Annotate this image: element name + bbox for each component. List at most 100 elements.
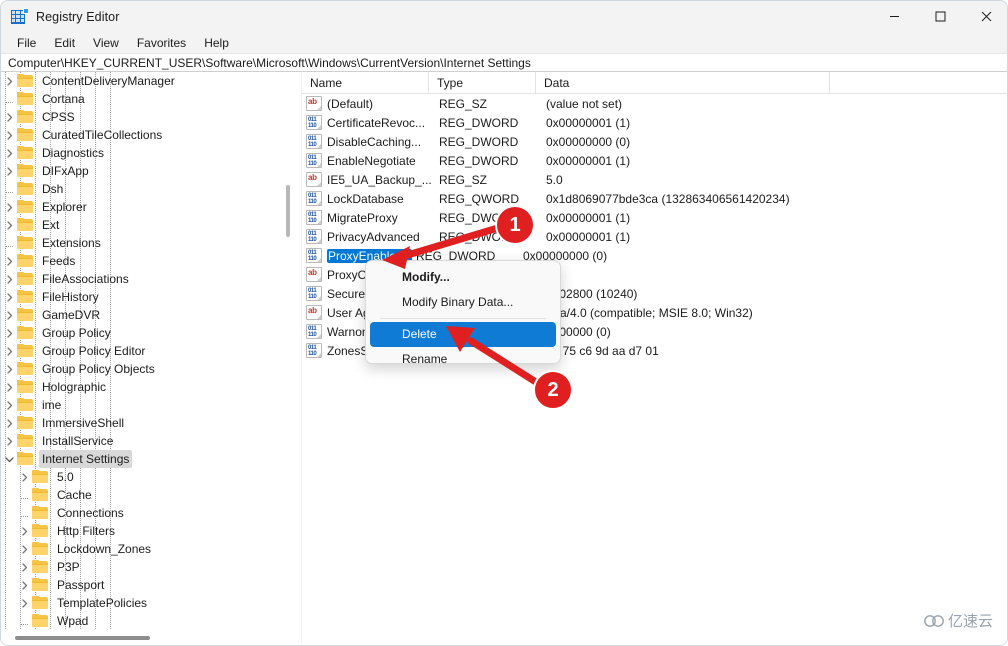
address-bar[interactable]: Computer\HKEY_CURRENT_USER\Software\Micr…	[1, 53, 1008, 72]
tree-item-difxapp[interactable]: DIFxApp	[1, 162, 293, 180]
folder-icon	[32, 470, 49, 484]
chevron-right-icon[interactable]	[1, 252, 17, 270]
close-button[interactable]	[963, 1, 1008, 32]
window-title: Registry Editor	[36, 10, 119, 24]
value-row[interactable]: 011110CertificateRevoc...REG_DWORD0x0000…	[302, 113, 1008, 132]
column-header-data[interactable]: Data	[536, 72, 830, 93]
watermark: 亿速云	[923, 610, 993, 631]
context-menu-item-delete[interactable]: Delete	[370, 322, 556, 347]
chevron-right-icon[interactable]	[1, 360, 17, 378]
value-data: zilla/4.0 (compatible; MSIE 8.0; Win32)	[542, 306, 1002, 320]
tree-item-contentdeliverymanager[interactable]: ContentDeliveryManager	[1, 72, 293, 90]
values-column-header: Name Type Data	[302, 72, 1008, 94]
registry-tree[interactable]: ContentDeliveryManagerCortanaCPSSCurated…	[1, 72, 293, 630]
tree-item-group-policy-editor[interactable]: Group Policy Editor	[1, 342, 293, 360]
chevron-right-icon[interactable]	[1, 288, 17, 306]
column-header-type[interactable]: Type	[429, 72, 536, 93]
tree-item-ext[interactable]: Ext	[1, 216, 293, 234]
chevron-right-icon[interactable]	[1, 216, 17, 234]
tree-indent	[1, 612, 16, 630]
tree-item-http-filters[interactable]: Http Filters	[1, 522, 293, 540]
value-row[interactable]: 011110LockDatabaseREG_QWORD0x1d8069077bd…	[302, 189, 1008, 208]
tree-item-fileassociations[interactable]: FileAssociations	[1, 270, 293, 288]
chevron-right-icon[interactable]	[16, 468, 32, 486]
chevron-right-icon[interactable]	[1, 162, 17, 180]
menu-help[interactable]: Help	[195, 34, 238, 52]
tree-item-dsh[interactable]: Dsh	[1, 180, 293, 198]
value-row[interactable]: 011110EnableNegotiateREG_DWORD0x00000001…	[302, 151, 1008, 170]
chevron-right-icon[interactable]	[16, 522, 32, 540]
menu-file[interactable]: File	[8, 34, 45, 52]
tree-item-lockdown-zones[interactable]: Lockdown_Zones	[1, 540, 293, 558]
chevron-right-icon[interactable]	[1, 414, 17, 432]
tree-item-label: Wpad	[54, 612, 91, 630]
tree-item-holographic[interactable]: Holographic	[1, 378, 293, 396]
tree-item-cortana[interactable]: Cortana	[1, 90, 293, 108]
tree-horizontal-scrollbar[interactable]	[1, 634, 293, 643]
tree-horizontal-scroll-thumb[interactable]	[15, 636, 150, 640]
chevron-right-icon[interactable]	[1, 198, 17, 216]
registry-grid-icon	[11, 9, 27, 25]
chevron-right-icon[interactable]	[16, 576, 32, 594]
folder-icon	[17, 74, 34, 88]
tree-item-connections[interactable]: Connections	[1, 504, 293, 522]
value-row[interactable]: abIE5_UA_Backup_...REG_SZ5.0	[302, 170, 1008, 189]
folder-icon	[17, 380, 34, 394]
tree-item-gamedvr[interactable]: GameDVR	[1, 306, 293, 324]
registry-path: Computer\HKEY_CURRENT_USER\Software\Micr…	[8, 56, 531, 70]
context-menu-item-modify-binary-data[interactable]: Modify Binary Data...	[370, 290, 556, 315]
chevron-right-icon[interactable]	[1, 126, 17, 144]
menu-view[interactable]: View	[84, 34, 128, 52]
chevron-right-icon[interactable]	[16, 540, 32, 558]
tree-item-installservice[interactable]: InstallService	[1, 432, 293, 450]
tree-vertical-scrollbar[interactable]	[284, 72, 292, 630]
chevron-right-icon[interactable]	[1, 270, 17, 288]
value-row[interactable]: 011110MigrateProxyREG_DWORD0x00000001 (1…	[302, 208, 1008, 227]
tree-item-5-0[interactable]: 5.0	[1, 468, 293, 486]
tree-item-ime[interactable]: ime	[1, 396, 293, 414]
tree-vertical-scroll-thumb[interactable]	[286, 185, 290, 237]
tree-item-group-policy[interactable]: Group Policy	[1, 324, 293, 342]
tree-item-explorer[interactable]: Explorer	[1, 198, 293, 216]
value-row[interactable]: ab(Default)REG_SZ(value not set)	[302, 94, 1008, 113]
tree-item-p3p[interactable]: P3P	[1, 558, 293, 576]
menu-edit[interactable]: Edit	[45, 34, 84, 52]
tree-item-feeds[interactable]: Feeds	[1, 252, 293, 270]
tree-item-extensions[interactable]: Extensions	[1, 234, 293, 252]
column-header-name[interactable]: Name	[302, 72, 429, 93]
tree-item-group-policy-objects[interactable]: Group Policy Objects	[1, 360, 293, 378]
tree-item-label: Extensions	[39, 234, 104, 252]
chevron-right-icon[interactable]	[16, 594, 32, 612]
chevron-right-icon[interactable]	[1, 306, 17, 324]
minimize-button[interactable]	[871, 1, 917, 32]
dword-value-icon: 011110	[306, 286, 322, 301]
context-menu-item-rename[interactable]: Rename	[370, 347, 556, 372]
tree-item-passport[interactable]: Passport	[1, 576, 293, 594]
chevron-right-icon[interactable]	[1, 432, 17, 450]
dword-value-icon: 011110	[306, 229, 322, 244]
context-menu-item-modify[interactable]: Modify...	[370, 265, 556, 290]
chevron-right-icon[interactable]	[16, 558, 32, 576]
chevron-right-icon[interactable]	[1, 324, 17, 342]
value-row[interactable]: 011110PrivacyAdvancedREG_DWORD0x00000001…	[302, 227, 1008, 246]
chevron-right-icon[interactable]	[1, 72, 17, 90]
chevron-down-icon[interactable]	[1, 450, 17, 468]
tree-item-internet-settings[interactable]: Internet Settings	[1, 450, 293, 468]
value-row[interactable]: 011110DisableCaching...REG_DWORD0x000000…	[302, 132, 1008, 151]
tree-item-cpss[interactable]: CPSS	[1, 108, 293, 126]
maximize-button[interactable]	[917, 1, 963, 32]
tree-item-filehistory[interactable]: FileHistory	[1, 288, 293, 306]
tree-item-immersiveshell[interactable]: ImmersiveShell	[1, 414, 293, 432]
tree-item-curatedtilecollections[interactable]: CuratedTileCollections	[1, 126, 293, 144]
chevron-right-icon[interactable]	[1, 144, 17, 162]
chevron-right-icon[interactable]	[1, 342, 17, 360]
tree-item-wpad[interactable]: Wpad	[1, 612, 293, 630]
chevron-right-icon[interactable]	[1, 108, 17, 126]
tree-item-templatepolicies[interactable]: TemplatePolicies	[1, 594, 293, 612]
folder-icon	[17, 452, 34, 466]
menu-favorites[interactable]: Favorites	[128, 34, 195, 52]
chevron-right-icon[interactable]	[1, 396, 17, 414]
chevron-right-icon[interactable]	[1, 378, 17, 396]
tree-item-diagnostics[interactable]: Diagnostics	[1, 144, 293, 162]
tree-item-cache[interactable]: Cache	[1, 486, 293, 504]
